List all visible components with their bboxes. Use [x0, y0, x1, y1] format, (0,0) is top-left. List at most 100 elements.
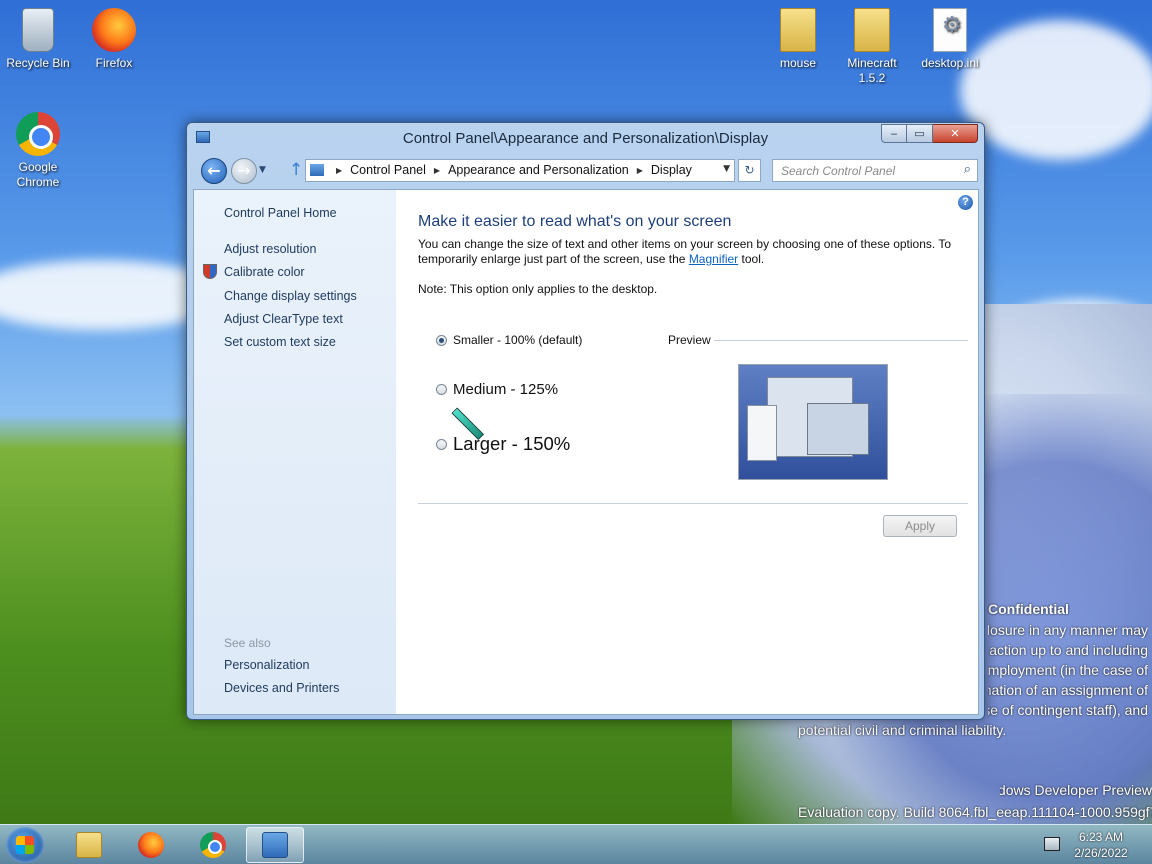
page-heading: Make it easier to read what's on your sc…	[418, 213, 732, 230]
see-also-label: See also	[224, 636, 271, 650]
network-icon[interactable]	[1044, 837, 1060, 851]
taskbar-windows-explorer[interactable]	[60, 827, 118, 863]
desktop-icon-firefox[interactable]: Firefox	[76, 8, 152, 71]
option-larger-radio[interactable]: Larger - 150%	[436, 433, 570, 455]
start-button[interactable]	[6, 827, 44, 863]
settings-file-icon	[933, 8, 967, 52]
system-clock[interactable]: 6:23 AM 2/26/2022	[1068, 829, 1134, 861]
wallpaper-watermark-line: termination of employment (in the case o…	[988, 662, 1148, 678]
wallpaper-build-line: Evaluation copy. Build 8064.fbl_eeap.111…	[798, 804, 1152, 820]
control-panel-icon	[310, 164, 324, 176]
preview-divider	[714, 340, 968, 341]
option-label: Smaller - 100% (default)	[453, 333, 583, 347]
preview-window-icon	[807, 403, 869, 455]
wallpaper-watermark-line: potential civil and criminal liability.	[798, 722, 1007, 738]
desktop-icon-google-chrome[interactable]: Google Chrome	[0, 112, 76, 190]
refresh-button[interactable]: ↻	[738, 159, 761, 182]
control-panel-icon	[262, 832, 288, 858]
preview-image	[738, 364, 888, 480]
desktop-note: Note: This option only applies to the de…	[418, 282, 658, 296]
control-panel-window: Control Panel\Appearance and Personaliza…	[186, 122, 985, 720]
navigation-bar: ← → ▼ ↑ ▶ Control Panel ▶ Appearance and…	[195, 157, 978, 185]
breadcrumb-control-panel[interactable]: Control Panel	[350, 163, 426, 177]
adjust-resolution-link[interactable]: Adjust resolution	[224, 242, 316, 256]
set-custom-text-size-link[interactable]: Set custom text size	[224, 335, 336, 349]
desktop-icon-label: mouse	[779, 56, 817, 70]
folder-icon	[76, 832, 102, 858]
desktop-icon-label: Recycle Bin	[6, 56, 70, 70]
wallpaper-cloud	[960, 20, 1152, 160]
breadcrumb-separator-icon[interactable]: ▶	[336, 166, 342, 175]
recent-pages-dropdown-icon[interactable]: ▼	[259, 165, 266, 175]
wallpaper-build-line: Windows Developer Preview	[1000, 782, 1152, 798]
desktop-icon-mouse[interactable]: mouse	[760, 8, 836, 71]
radio-unselected-icon[interactable]	[436, 438, 447, 450]
breadcrumb-appearance[interactable]: Appearance and Personalization	[448, 163, 629, 177]
help-icon[interactable]: ?	[958, 195, 973, 210]
preview-label: Preview	[668, 333, 711, 347]
desktop-icon-label: desktop.ini	[921, 56, 979, 70]
window-title: Control Panel\Appearance and Personaliza…	[402, 130, 769, 147]
description-text-end: tool.	[738, 252, 765, 266]
desktop-icon-label: Minecraft 1.5.2	[847, 56, 897, 85]
title-bar[interactable]: Control Panel\Appearance and Personaliza…	[187, 123, 984, 153]
folder-icon	[780, 8, 816, 52]
description-text: You can change the size of text and othe…	[418, 237, 952, 266]
address-dropdown-icon[interactable]: ▼	[723, 164, 730, 174]
task-pane: Control Panel Home Adjust resolution Cal…	[194, 190, 396, 714]
wallpaper-watermark-line: Unauthorized use or disclosure in any ma…	[988, 622, 1148, 638]
desktop-icon-label: Firefox	[95, 56, 133, 70]
chrome-icon	[16, 112, 60, 156]
up-button[interactable]: ↑	[289, 160, 303, 180]
clock-date: 2/26/2022	[1074, 846, 1128, 860]
radio-selected-icon[interactable]	[436, 334, 447, 346]
page-description: You can change the size of text and othe…	[418, 237, 958, 267]
radio-unselected-icon[interactable]	[436, 384, 447, 395]
calibrate-color-link[interactable]: Calibrate color	[224, 265, 305, 279]
clock-time: 6:23 AM	[1078, 830, 1124, 844]
shield-icon	[203, 264, 217, 279]
breadcrumb-separator-icon[interactable]: ▶	[637, 166, 643, 175]
adjust-cleartype-link[interactable]: Adjust ClearType text	[224, 312, 343, 326]
desktop-icon-recycle-bin[interactable]: Recycle Bin	[0, 8, 76, 71]
address-bar[interactable]: ▶ Control Panel ▶ Appearance and Persona…	[305, 159, 735, 182]
breadcrumb-display[interactable]: Display	[651, 163, 692, 177]
desktop-icon-minecraft[interactable]: Minecraft 1.5.2	[834, 8, 910, 86]
taskbar-control-panel[interactable]	[246, 827, 304, 863]
breadcrumb-separator-icon[interactable]: ▶	[434, 166, 440, 175]
close-button[interactable]: ✕	[933, 124, 978, 143]
desktop-icon-desktop-ini[interactable]: desktop.ini	[912, 8, 988, 71]
desktop-icon-label: Google Chrome	[16, 160, 60, 189]
firefox-icon	[92, 8, 136, 52]
search-icon[interactable]: ⌕	[964, 162, 971, 177]
option-medium-radio[interactable]: Medium - 125%	[436, 381, 558, 398]
preview-sidebar-icon	[747, 405, 777, 461]
breadcrumb: ▶ Control Panel ▶ Appearance and Persona…	[328, 163, 692, 177]
folder-icon	[854, 8, 890, 52]
magnifier-link[interactable]: Magnifier	[689, 252, 738, 266]
option-smaller-radio[interactable]: Smaller - 100% (default)	[436, 333, 582, 347]
chrome-icon	[200, 832, 226, 858]
taskbar-firefox[interactable]	[122, 827, 180, 863]
firefox-icon	[138, 832, 164, 858]
control-panel-home-link[interactable]: Control Panel Home	[224, 206, 337, 220]
recycle-bin-icon	[22, 8, 54, 52]
back-button[interactable]: ←	[201, 158, 227, 184]
caption-buttons: ‒ ▭ ✕	[881, 124, 978, 143]
devices-and-printers-link[interactable]: Devices and Printers	[224, 681, 339, 695]
section-divider	[418, 503, 968, 504]
option-label: Larger - 150%	[453, 433, 571, 454]
minimize-button[interactable]: ‒	[881, 124, 907, 143]
taskbar-chrome[interactable]	[184, 827, 242, 863]
content-area: Control Panel Home Adjust resolution Cal…	[193, 189, 979, 715]
change-display-settings-link[interactable]: Change display settings	[224, 289, 357, 303]
forward-button[interactable]: →	[231, 158, 257, 184]
wallpaper-watermark-title: Confidential	[988, 601, 1069, 617]
search-box: ⌕	[772, 159, 978, 182]
main-pane: ? Make it easier to read what's on your …	[396, 190, 978, 714]
maximize-button[interactable]: ▭	[907, 124, 933, 143]
apply-button[interactable]: Apply	[883, 515, 957, 537]
wallpaper-watermark-line: employees), termination of an assignment…	[988, 682, 1148, 698]
search-input[interactable]	[779, 161, 959, 180]
personalization-link[interactable]: Personalization	[224, 658, 309, 672]
